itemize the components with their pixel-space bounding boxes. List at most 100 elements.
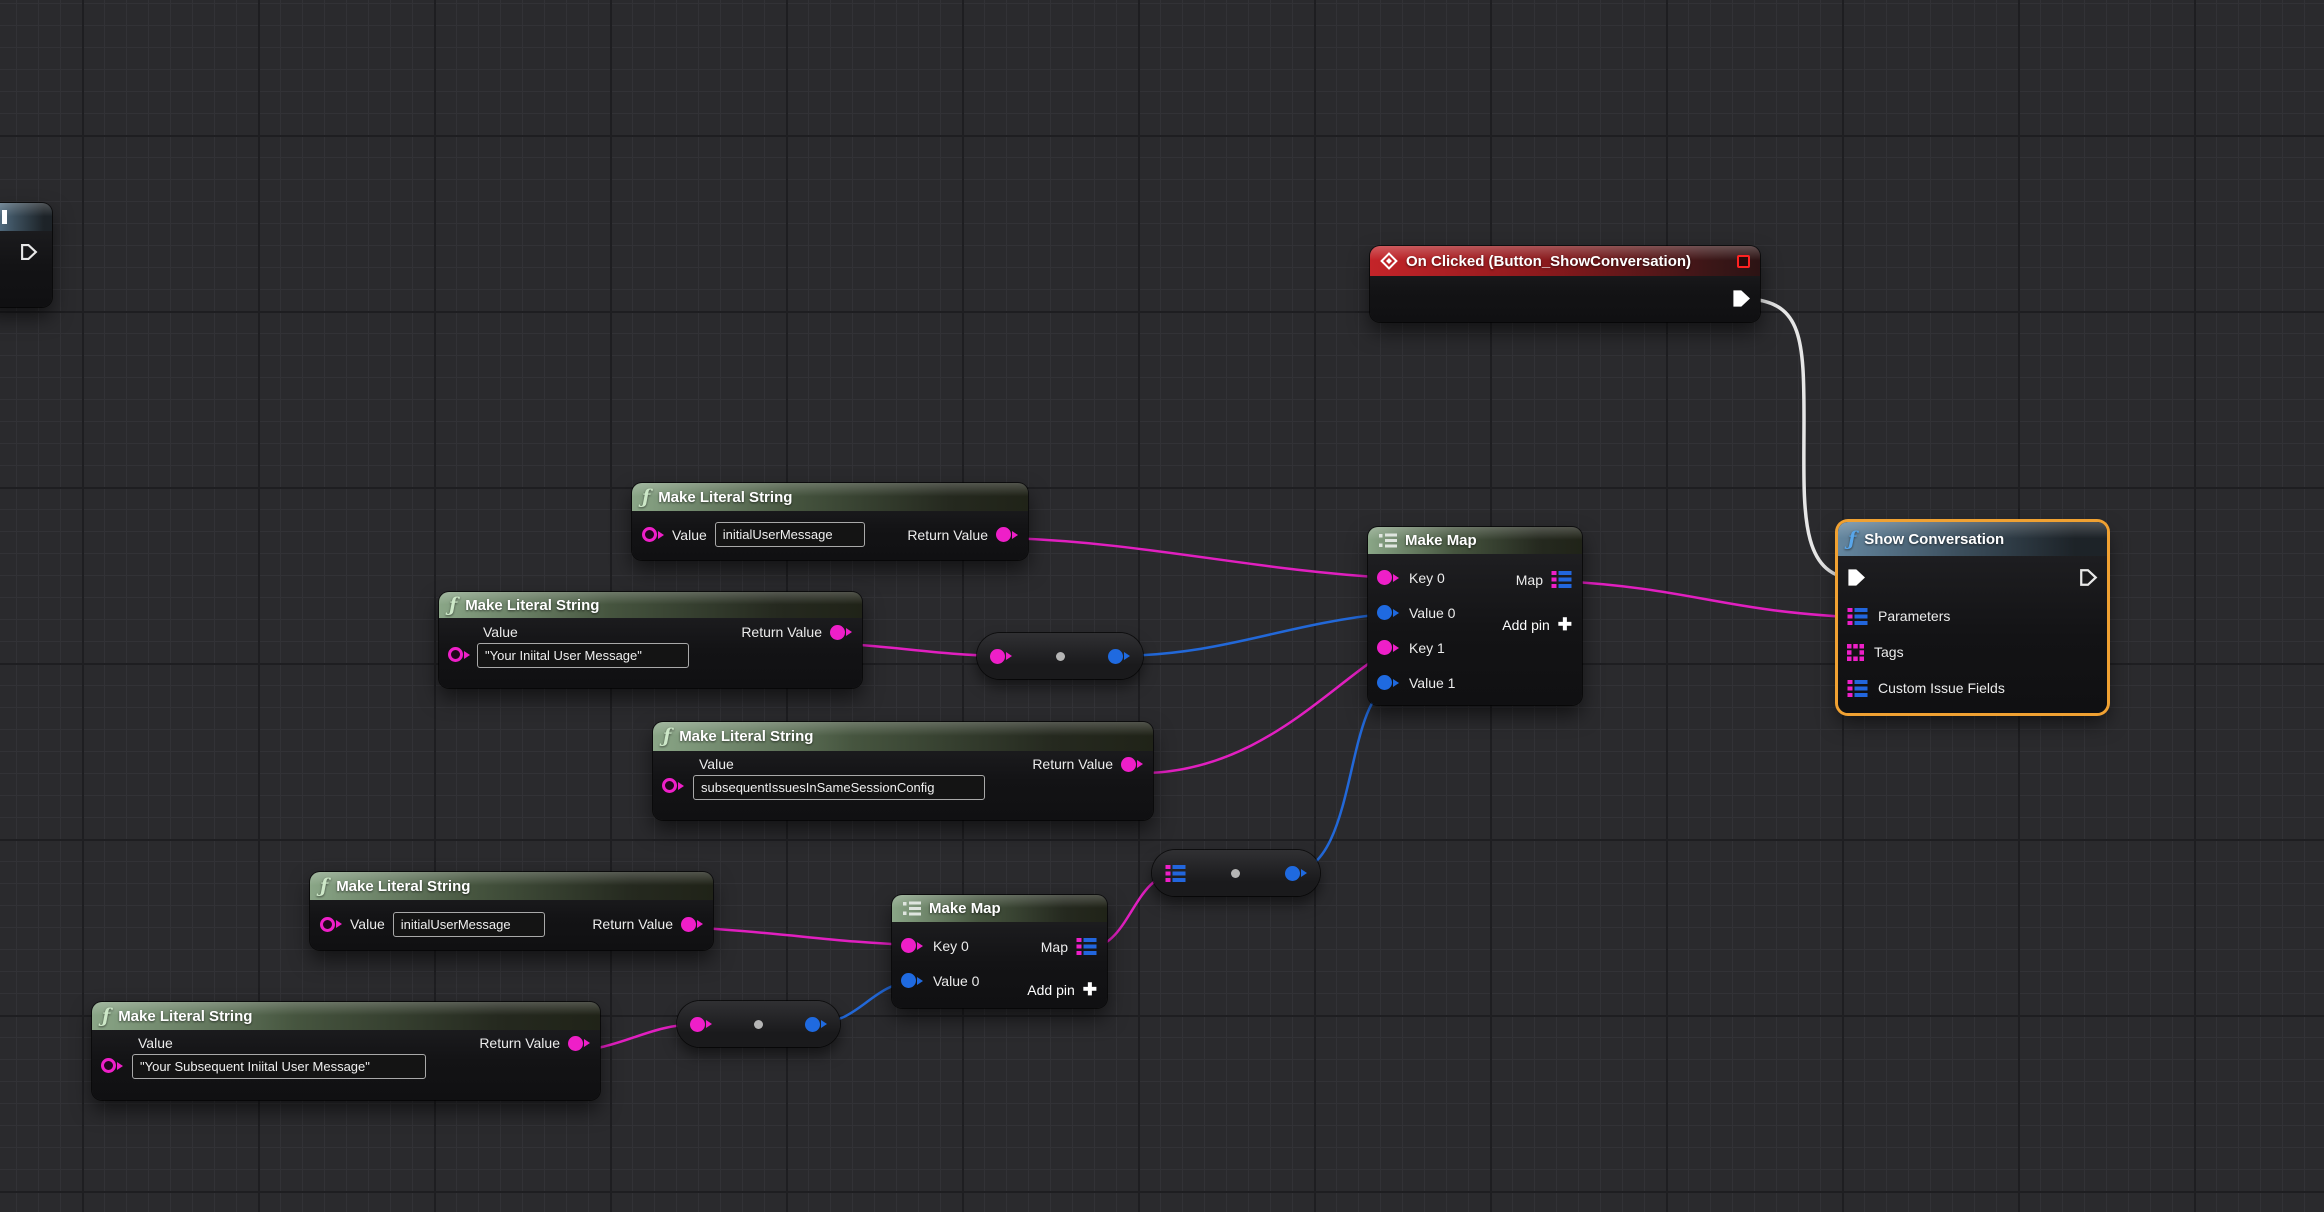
- return-value-label: Return Value: [741, 624, 822, 640]
- pin-label-map-out: Map: [1041, 939, 1068, 955]
- return-value-pin[interactable]: [1121, 757, 1143, 772]
- conversion-dot-icon: [1231, 869, 1240, 878]
- conversion-pill-string-to-value-2[interactable]: [677, 1001, 840, 1047]
- return-value-label: Return Value: [1032, 756, 1113, 772]
- return-value-pin[interactable]: [830, 625, 852, 640]
- string-value-input[interactable]: [693, 775, 985, 800]
- conversion-dot-icon: [754, 1020, 763, 1029]
- node-make-literal-string-5[interactable]: ƒ Make Literal String Value Return Value: [92, 1002, 600, 1100]
- show-conversation-header: ƒ Show Conversation: [1838, 522, 2107, 556]
- pill-out-pin[interactable]: [805, 1017, 827, 1032]
- add-pin-label: Add pin: [1027, 982, 1074, 998]
- return-value-pin[interactable]: [681, 917, 703, 932]
- node-title: Make Literal String: [336, 878, 470, 895]
- exec-in-pin[interactable]: [1847, 568, 1866, 587]
- value-in-pin[interactable]: [320, 917, 342, 932]
- value0-pin[interactable]: [1377, 605, 1399, 620]
- conversion-pill-string-to-value-1[interactable]: [977, 633, 1143, 679]
- value-label: Value: [672, 527, 707, 543]
- string-value-input[interactable]: [715, 522, 865, 547]
- pin-label-parameters: Parameters: [1878, 608, 1950, 624]
- pin-label-map-out: Map: [1516, 572, 1543, 588]
- map-header-icon: [1378, 533, 1397, 548]
- key0-pin[interactable]: [901, 938, 923, 953]
- value-label: Value: [350, 916, 385, 932]
- node-clipped-left[interactable]: [0, 203, 52, 307]
- make-literal-string-header: ƒ Make Literal String: [653, 722, 1153, 751]
- on-clicked-header: On Clicked (Button_ShowConversation): [1370, 246, 1760, 276]
- make-map-header: Make Map: [1368, 527, 1582, 554]
- node-title: On Clicked (Button_ShowConversation): [1406, 253, 1691, 270]
- function-icon: ƒ: [102, 1007, 110, 1026]
- node-make-map-top[interactable]: Make Map Key 0 Value 0 Key 1 Value 1 Map…: [1368, 527, 1582, 705]
- pin-label-value1: Value 1: [1409, 675, 1455, 691]
- node-make-literal-string-3[interactable]: ƒ Make Literal String Value Return Value: [653, 722, 1153, 820]
- set-pin-icon[interactable]: [1847, 644, 1864, 661]
- value-in-pin[interactable]: [642, 527, 664, 542]
- delegate-square-pin[interactable]: [1737, 255, 1750, 268]
- pin-label-tags: Tags: [1874, 644, 1904, 660]
- map-in-pin-icon[interactable]: [1165, 865, 1186, 882]
- node-make-literal-string-4[interactable]: ƒ Make Literal String Value Return Value: [310, 872, 713, 950]
- node-title: Make Literal String: [679, 728, 813, 745]
- conversion-pill-map-to-value[interactable]: [1152, 850, 1320, 896]
- node-clipped-header: [0, 203, 52, 231]
- pill-in-pin[interactable]: [690, 1017, 712, 1032]
- plus-icon: ✚: [1558, 616, 1572, 633]
- map-pin-icon[interactable]: [1847, 608, 1868, 625]
- pin-label-key0: Key 0: [1409, 570, 1445, 586]
- value-in-pin[interactable]: [662, 778, 684, 793]
- node-make-map-bottom[interactable]: Make Map Key 0 Value 0 Map Add pin ✚: [892, 895, 1107, 1008]
- pin-label-value0: Value 0: [933, 973, 979, 989]
- value0-pin[interactable]: [901, 973, 923, 988]
- string-value-input[interactable]: [393, 912, 545, 937]
- function-icon: ƒ: [449, 596, 457, 615]
- value-in-pin[interactable]: [448, 647, 470, 662]
- return-value-pin[interactable]: [568, 1036, 590, 1051]
- string-value-input[interactable]: [132, 1054, 426, 1079]
- node-on-clicked[interactable]: On Clicked (Button_ShowConversation): [1370, 246, 1760, 322]
- clipped-icon: [2, 210, 7, 224]
- pin-label-custom-issue-fields: Custom Issue Fields: [1878, 680, 2005, 696]
- add-pin-button[interactable]: Add pin ✚: [1502, 616, 1572, 633]
- value1-pin[interactable]: [1377, 675, 1399, 690]
- value-label: Value: [483, 624, 518, 640]
- pill-out-pin[interactable]: [1108, 649, 1130, 664]
- node-title: Show Conversation: [1864, 531, 2004, 548]
- key1-pin[interactable]: [1377, 640, 1399, 655]
- value-label: Value: [699, 756, 734, 772]
- value-label: Value: [138, 1035, 173, 1051]
- pin-label-key0: Key 0: [933, 938, 969, 954]
- pill-in-pin[interactable]: [990, 649, 1012, 664]
- pill-out-pin[interactable]: [1285, 866, 1307, 881]
- make-map-header: Make Map: [892, 895, 1107, 922]
- function-icon: ƒ: [1848, 530, 1856, 549]
- string-value-input[interactable]: [477, 643, 689, 668]
- add-pin-label: Add pin: [1502, 617, 1549, 633]
- return-value-label: Return Value: [907, 527, 988, 543]
- add-pin-button[interactable]: Add pin ✚: [1027, 981, 1097, 998]
- map-out-pin-icon[interactable]: [1076, 938, 1097, 955]
- exec-out-pin[interactable]: [20, 243, 38, 261]
- exec-out-pin[interactable]: [2079, 568, 2098, 587]
- pin-label-value0: Value 0: [1409, 605, 1455, 621]
- return-value-pin[interactable]: [996, 527, 1018, 542]
- plus-icon: ✚: [1083, 981, 1097, 998]
- value-in-pin[interactable]: [101, 1058, 123, 1073]
- function-icon: ƒ: [663, 727, 671, 746]
- exec-out-pin[interactable]: [1732, 289, 1751, 308]
- key0-pin[interactable]: [1377, 570, 1399, 585]
- make-literal-string-header: ƒ Make Literal String: [310, 872, 713, 900]
- conversion-dot-icon: [1056, 652, 1065, 661]
- function-icon: ƒ: [642, 488, 650, 507]
- map-pin-icon[interactable]: [1847, 680, 1868, 697]
- node-make-literal-string-2[interactable]: ƒ Make Literal String Value Return Value: [439, 592, 862, 688]
- node-show-conversation[interactable]: ƒ Show Conversation Parameters Tags Cust…: [1838, 522, 2107, 713]
- node-title: Make Map: [929, 900, 1001, 917]
- pin-label-key1: Key 1: [1409, 640, 1445, 656]
- return-value-label: Return Value: [479, 1035, 560, 1051]
- map-out-pin-icon[interactable]: [1551, 571, 1572, 588]
- return-value-label: Return Value: [592, 916, 673, 932]
- make-literal-string-header: ƒ Make Literal String: [632, 483, 1028, 511]
- node-make-literal-string-1[interactable]: ƒ Make Literal String Value Return Value: [632, 483, 1028, 560]
